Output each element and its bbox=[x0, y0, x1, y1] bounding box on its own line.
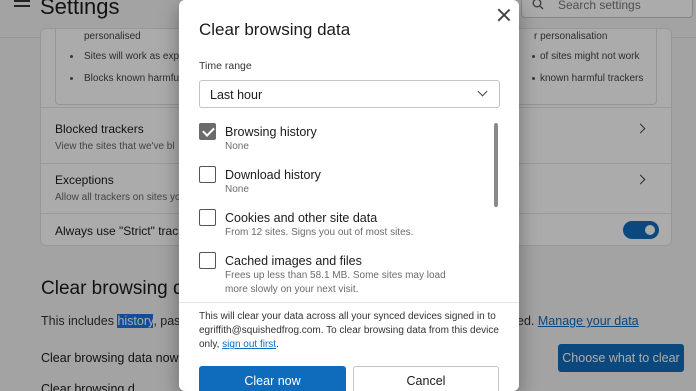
info-text-end: . bbox=[276, 339, 279, 350]
cookies-label: Cookies and other site data bbox=[225, 211, 378, 225]
clear-browsing-data-dialog: Clear browsing data Time range Last hour… bbox=[179, 0, 519, 391]
time-range-select[interactable]: Last hour bbox=[199, 80, 500, 108]
browsing-history-label: Browsing history bbox=[225, 125, 317, 139]
time-range-value: Last hour bbox=[210, 88, 263, 102]
cookies-checkbox[interactable] bbox=[199, 209, 216, 226]
cached-images-checkbox[interactable] bbox=[199, 252, 216, 269]
sync-info-text: This will clear your data across all you… bbox=[199, 310, 509, 352]
chevron-down-icon bbox=[477, 86, 488, 97]
time-range-label: Time range bbox=[199, 60, 252, 72]
dialog-title: Clear browsing data bbox=[199, 20, 351, 39]
clear-now-button[interactable]: Clear now bbox=[199, 366, 346, 391]
browsing-history-detail: None bbox=[225, 141, 249, 152]
download-history-label: Download history bbox=[225, 168, 321, 182]
cookies-detail: From 12 sites. Signs you out of most sit… bbox=[225, 227, 414, 238]
browsing-history-checkbox[interactable] bbox=[199, 123, 216, 140]
download-history-detail: None bbox=[225, 184, 249, 195]
sign-out-link[interactable]: sign out first bbox=[222, 339, 276, 350]
divider bbox=[179, 302, 519, 303]
cancel-button[interactable]: Cancel bbox=[353, 366, 499, 391]
options-scrollbar[interactable] bbox=[494, 123, 498, 207]
cached-images-detail: Frees up less than 58.1 MB. Some sites m… bbox=[225, 270, 446, 295]
close-icon[interactable] bbox=[497, 8, 511, 22]
download-history-checkbox[interactable] bbox=[199, 166, 216, 183]
cached-images-label: Cached images and files bbox=[225, 254, 362, 268]
